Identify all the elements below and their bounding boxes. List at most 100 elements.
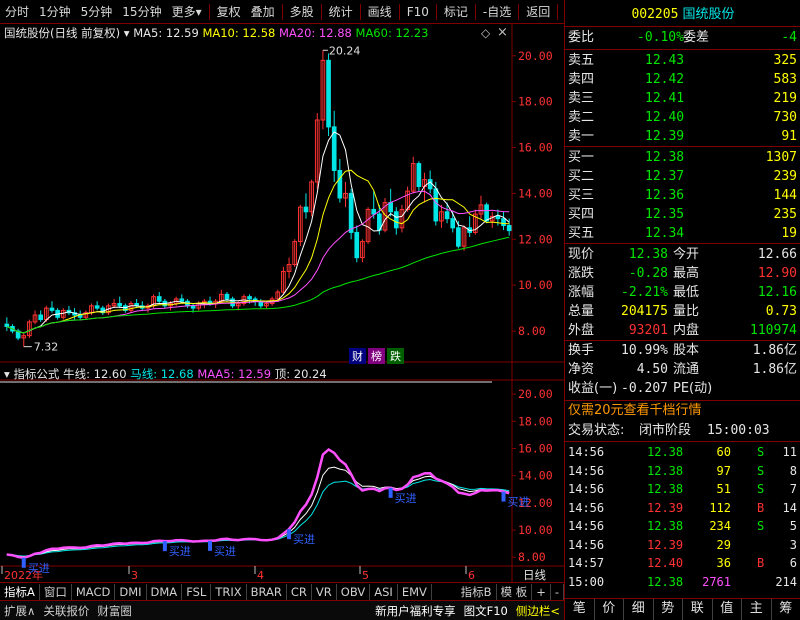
indicator-tab[interactable]: 指标B — [457, 583, 497, 600]
toolbar-item[interactable]: 多股 — [285, 1, 319, 23]
panel-nav-item[interactable]: 联 — [683, 599, 713, 620]
indicator-name[interactable]: 指标公式 — [13, 367, 59, 381]
candle-down — [38, 314, 44, 321]
panel-nav-item[interactable]: 细 — [624, 599, 654, 620]
bid-volume: 235 — [773, 207, 797, 222]
toolbar-item[interactable]: -自选 — [478, 1, 516, 23]
ask-label: 卖三 — [568, 91, 595, 106]
trade-state: 闭市阶段 — [639, 423, 692, 438]
panel-nav-item[interactable]: 主 — [742, 599, 772, 620]
indicator-tab[interactable]: DMA — [147, 583, 183, 600]
ask-price[interactable]: 12.41 — [645, 89, 684, 109]
indicator-tab[interactable]: ASI — [370, 583, 398, 600]
kline-chart[interactable]: 20.00 18.00 16.00 14.00 12.00 10.00 8.00 20.00 1… — [0, 24, 564, 594]
indicator-tab[interactable]: MACD — [72, 583, 116, 600]
indicator-tab[interactable]: DMI — [115, 583, 147, 600]
indicator-tab[interactable]: BRAR — [247, 583, 287, 600]
ask-volume: 730 — [773, 110, 797, 125]
indicator-tab[interactable]: FSL — [182, 583, 212, 600]
indicator-tab[interactable]: 指标A — [0, 583, 40, 600]
diamond-icon[interactable]: ◇ — [481, 26, 490, 40]
bid-price[interactable]: 12.36 — [645, 186, 684, 206]
panel-nav-item[interactable]: 筹 — [772, 599, 800, 620]
indicator-tab[interactable]: OBV — [337, 583, 371, 600]
bid-price[interactable]: 12.35 — [645, 205, 684, 225]
ask-price[interactable]: 12.42 — [645, 70, 684, 90]
niu-line-value: 牛线: 12.60 — [63, 367, 127, 381]
candle-down — [4, 323, 10, 327]
new-user-promo[interactable]: 新用户福利专享 — [371, 603, 460, 619]
toolbar-item[interactable]: 标记 — [439, 1, 473, 23]
sidebar-toggle[interactable]: 侧边栏< — [512, 603, 564, 619]
indicator-tab[interactable]: - — [551, 583, 564, 600]
chevron-down-icon[interactable]: ▾ — [124, 26, 130, 40]
ask-price[interactable]: 12.39 — [645, 127, 684, 147]
panel-nav-item[interactable]: 价 — [595, 599, 624, 620]
main-chart-info: 国统股份(日线 前复权) ▾ MA5: 12.59 MA10: 12.58 MA… — [4, 25, 428, 41]
rank-badge[interactable]: 榜 — [368, 348, 385, 364]
bid-label: 买五 — [568, 226, 595, 241]
candle-down — [348, 192, 354, 233]
panel-nav-item[interactable]: 值 — [713, 599, 742, 620]
bid-price[interactable]: 12.37 — [645, 167, 684, 187]
related-quote-button[interactable]: 关联报价 — [39, 603, 93, 619]
indicator-y-tick: 18.00 — [518, 414, 553, 428]
stat-row: 净资 4.50 流通 1.86亿 — [568, 362, 797, 377]
indicator-tab[interactable]: + — [532, 583, 551, 600]
indicator-tab[interactable]: TRIX — [211, 583, 247, 600]
bid-row: 买三 12.36 144 — [565, 186, 800, 206]
ma5-line — [6, 131, 510, 334]
toolbar-item[interactable]: 返回 — [521, 1, 555, 23]
toolbar-item[interactable]: 统计 — [324, 1, 358, 23]
stat-row: 涨幅 -2.21% 最低 12.16 — [568, 285, 797, 300]
bid-price[interactable]: 12.38 — [645, 148, 684, 168]
tick-row: 14:56 12.39 29 3 — [568, 537, 797, 552]
stat-row: 外盘 93201 内盘 110974 — [568, 323, 797, 338]
maa5-line — [6, 447, 510, 560]
f10-button[interactable]: 图文F10 — [460, 603, 512, 619]
bid-volume: 144 — [773, 188, 797, 203]
toolbar-item[interactable]: 复权 — [212, 1, 246, 23]
indicator-y-tick: 8.00 — [518, 550, 546, 564]
bid-price[interactable]: 12.34 — [645, 224, 684, 244]
toolbar-item[interactable]: 叠加 — [246, 1, 280, 23]
stat-row: 换手 10.99% 股本 1.86亿 — [568, 343, 797, 358]
tick-row: 14:56 12.38 234 S 5 — [568, 519, 797, 533]
indicator-tab[interactable]: EMV — [398, 583, 432, 600]
promo-banner[interactable]: 仅需20元查看千档行情 — [565, 401, 800, 421]
panel-nav-item[interactable]: 笔 — [565, 599, 595, 620]
toolbar-item[interactable]: 更多▾ — [167, 1, 207, 23]
indicator-tab[interactable]: VR — [312, 583, 337, 600]
toolbar-item[interactable]: 1分钟 — [34, 1, 76, 23]
buy-signal-label: 买进 — [214, 545, 236, 558]
toolbar-item[interactable]: F10 — [402, 1, 434, 23]
indicator-tab[interactable]: CR — [287, 583, 312, 600]
panel-nav-item[interactable]: 势 — [654, 599, 683, 620]
ask-price[interactable]: 12.43 — [645, 51, 684, 71]
stat-row: 总量 204175 量比 0.73 — [568, 304, 797, 319]
toolbar-item[interactable]: 5分钟 — [76, 1, 118, 23]
toolbar-item[interactable]: 分时 — [0, 1, 34, 23]
bid-volume: 239 — [773, 169, 797, 184]
chevron-down-icon[interactable]: ▾ — [4, 367, 10, 381]
candle-down — [117, 303, 123, 307]
ask-price[interactable]: 12.40 — [645, 108, 684, 128]
tick-row: 14:57 12.40 36 B 6 — [568, 556, 797, 570]
tick-row: 14:56 12.39 112 B 14 — [568, 500, 797, 515]
drop-badge[interactable]: 跌 — [387, 348, 404, 364]
indicator-y-tick: 16.00 — [518, 442, 553, 456]
close-icon[interactable]: × — [497, 25, 508, 40]
tick-row: 14:56 12.38 51 S 7 — [568, 482, 797, 496]
wealth-circle-button[interactable]: 财富圈 — [93, 603, 136, 619]
bid-row: 买四 12.35 235 — [565, 205, 800, 225]
indicator-tab[interactable]: 窗口 — [40, 583, 72, 600]
main-y-tick: 14.00 — [518, 186, 553, 200]
ask-label: 卖二 — [568, 110, 595, 125]
expand-button[interactable]: 扩展∧ — [0, 603, 39, 619]
finance-badge[interactable]: 财 — [349, 348, 366, 364]
toolbar-item[interactable]: 画线 — [363, 1, 397, 23]
x-axis-label: 6 — [468, 569, 475, 582]
candle-down — [94, 305, 100, 309]
indicator-tab[interactable]: 模 板 — [497, 583, 533, 600]
toolbar-item[interactable]: 15分钟 — [117, 1, 166, 23]
